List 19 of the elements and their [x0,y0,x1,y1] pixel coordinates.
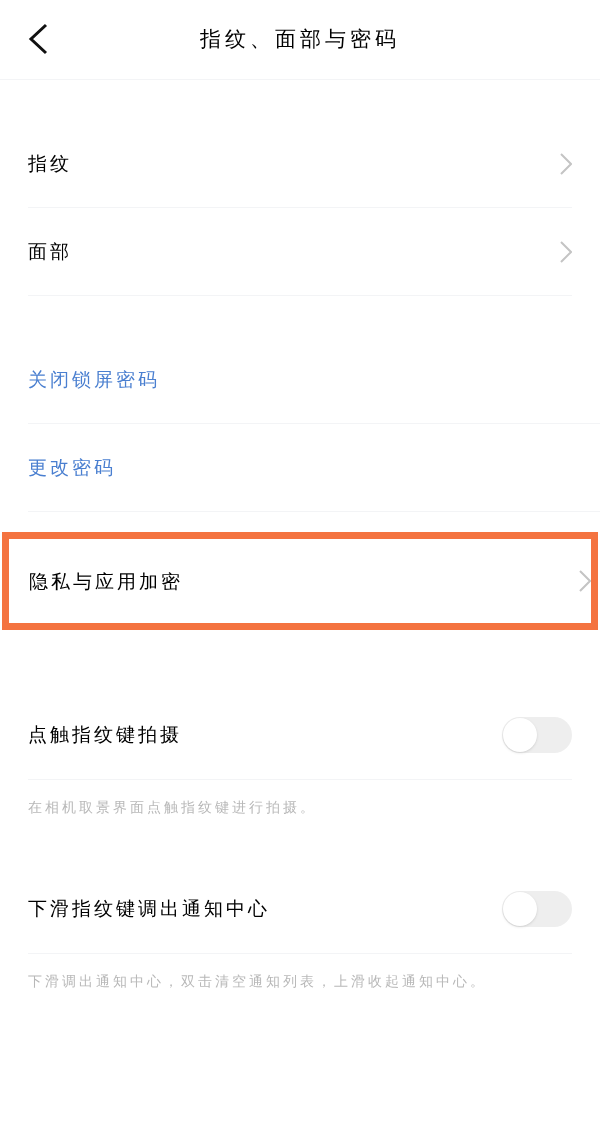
chevron-icon [560,152,572,175]
page-title: 指纹、面部与密码 [200,25,400,53]
action-link[interactable]: 关闭锁屏密码 [28,365,160,394]
toggle-switch[interactable] [502,716,572,753]
setting-label: 下滑指纹键调出通知中心 [28,896,270,922]
menu-item[interactable]: 指纹 [28,120,572,208]
chevron-icon [579,570,591,592]
setting-hint: 下滑调出通知中心，双击清空通知列表，上滑收起通知中心。 [28,972,488,991]
item-label: 面部 [28,239,72,265]
item-label: 指纹 [28,151,72,177]
item-label: 隐私与应用加密 [29,568,183,594]
back-icon [28,23,48,55]
chevron-icon [560,240,572,263]
menu-item[interactable]: 隐私与应用加密 [29,539,591,623]
toggle-switch[interactable] [502,890,572,927]
menu-item[interactable]: 面部 [28,208,572,296]
setting-hint: 在相机取景界面点触指纹键进行拍摄。 [28,798,318,817]
action-link[interactable]: 更改密码 [28,453,116,482]
setting-label: 点触指纹键拍摄 [28,722,182,748]
